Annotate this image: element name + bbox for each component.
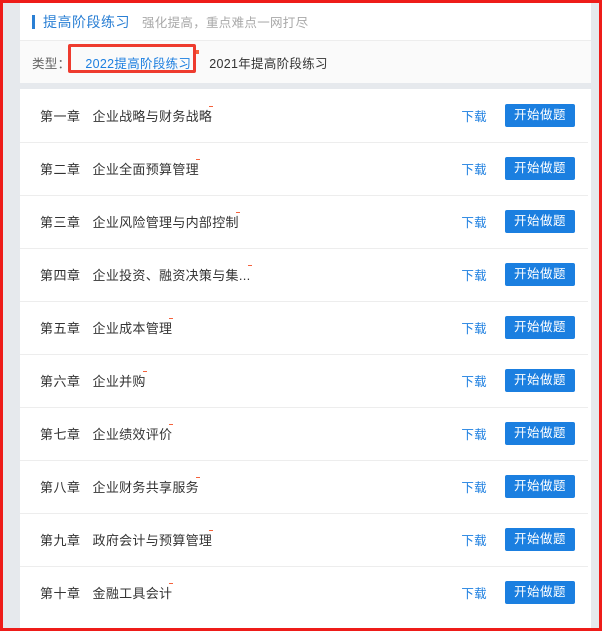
chapter-number: 第八章	[40, 480, 81, 495]
download-link[interactable]: 下载	[461, 583, 487, 602]
tab-2021-practice[interactable]: 2021年提高阶段练习	[200, 49, 337, 76]
table-row[interactable]: 第八章 企业财务共享服务 下载 开始做题	[20, 460, 591, 513]
type-filter-label: 类型：	[32, 56, 71, 71]
start-practice-button[interactable]: 开始做题	[504, 421, 575, 446]
chapter-name: 企业投资、融资决策与集...	[93, 265, 259, 284]
start-practice-button[interactable]: 开始做题	[504, 315, 575, 340]
chapter-name: 企业成本管理	[93, 318, 181, 337]
chapter-name: 企业绩效评价	[93, 424, 181, 443]
chapter-number: 第五章	[40, 321, 81, 336]
chapter-number: 第三章	[40, 215, 81, 230]
table-row[interactable]: 第四章 企业投资、融资决策与集... 下载 开始做题	[20, 248, 591, 301]
chapter-title: 第二章 企业全面预算管理	[40, 159, 461, 178]
chapter-name-text: 企业成本管理	[92, 321, 173, 336]
chapter-name-text: 企业并购	[92, 374, 146, 389]
chapter-list: 第一章 企业战略与财务战略 下载 开始做题 第二章 企业全面预算管理 下载 开始…	[20, 89, 591, 627]
tab-2022-practice[interactable]: 2022提高阶段练习	[76, 49, 200, 76]
download-link[interactable]: 下载	[461, 265, 487, 284]
chapter-name-text: 企业全面预算管理	[92, 162, 199, 177]
type-filter-bar: 类型： 2022提高阶段练习 2021年提高阶段练习	[20, 41, 591, 83]
table-row[interactable]: 第五章 企业成本管理 下载 开始做题	[20, 301, 591, 354]
new-badge-dot-icon	[169, 424, 174, 425]
table-row[interactable]: 第七章 企业绩效评价 下载 开始做题	[20, 407, 591, 460]
start-practice-button[interactable]: 开始做题	[504, 103, 575, 128]
chapter-name: 政府会计与预算管理	[93, 530, 221, 549]
chapter-title: 第八章 企业财务共享服务	[40, 477, 461, 496]
chapter-number: 第九章	[40, 533, 81, 548]
chapter-title: 第六章 企业并购	[40, 371, 461, 390]
chapter-name-text: 政府会计与预算管理	[92, 533, 213, 548]
chapter-name-text: 金融工具会计	[92, 586, 173, 601]
new-badge-dot-icon	[195, 159, 200, 160]
new-badge-dot-icon	[247, 265, 252, 266]
table-row[interactable]: 第十章 金融工具会计 下载 开始做题	[20, 566, 591, 619]
section-header: 提高阶段练习 强化提高，重点难点一网打尽	[20, 3, 591, 41]
chapter-name-text: 企业风险管理与内部控制	[92, 215, 239, 230]
chapter-number: 第十章	[40, 586, 81, 601]
chapter-name: 企业财务共享服务	[93, 477, 207, 496]
chapter-number: 第六章	[40, 374, 81, 389]
table-row[interactable]: 第一章 企业战略与财务战略 下载 开始做题	[20, 89, 591, 142]
chapter-number: 第七章	[40, 427, 81, 442]
download-link[interactable]: 下载	[461, 371, 487, 390]
start-practice-button[interactable]: 开始做题	[504, 474, 575, 499]
table-row[interactable]: 第九章 政府会计与预算管理 下载 开始做题	[20, 513, 591, 566]
download-link[interactable]: 下载	[461, 159, 487, 178]
chapter-number: 第一章	[40, 109, 81, 124]
start-practice-button[interactable]: 开始做题	[504, 262, 575, 287]
chapter-name-text: 企业战略与财务战略	[92, 109, 213, 124]
chapter-title: 第三章 企业风险管理与内部控制	[40, 212, 461, 231]
chapter-number: 第二章	[40, 162, 81, 177]
new-badge-dot-icon	[142, 371, 147, 372]
start-practice-button[interactable]: 开始做题	[504, 156, 575, 181]
page-title: 提高阶段练习	[43, 13, 130, 30]
tab-label: 2021年提高阶段练习	[209, 56, 328, 71]
table-row[interactable]: 第六章 企业并购 下载 开始做题	[20, 354, 591, 407]
content-page: 提高阶段练习 强化提高，重点难点一网打尽 类型： 2022提高阶段练习 2021…	[20, 3, 591, 628]
download-link[interactable]: 下载	[461, 106, 487, 125]
page-subtitle: 强化提高，重点难点一网打尽	[142, 16, 309, 30]
new-badge-dot-icon	[209, 530, 214, 531]
tab-label: 2022提高阶段练习	[85, 56, 192, 71]
table-row[interactable]: 第三章 企业风险管理与内部控制 下载 开始做题	[20, 195, 591, 248]
download-link[interactable]: 下载	[461, 530, 487, 549]
chapter-name-text: 企业绩效评价	[92, 427, 173, 442]
download-link[interactable]: 下载	[461, 477, 487, 496]
new-badge-dot-icon	[235, 212, 240, 213]
screenshot-root: 提高阶段练习 强化提高，重点难点一网打尽 类型： 2022提高阶段练习 2021…	[0, 0, 602, 631]
chapter-name-text: 企业投资、融资决策与集...	[92, 268, 251, 283]
chapter-title: 第十章 金融工具会计	[40, 583, 461, 602]
download-link[interactable]: 下载	[461, 424, 487, 443]
new-badge-dot-icon	[169, 318, 174, 319]
chapter-title: 第一章 企业战略与财务战略	[40, 106, 461, 125]
chapter-title: 第四章 企业投资、融资决策与集...	[40, 265, 461, 284]
chapter-name: 企业风险管理与内部控制	[93, 212, 247, 231]
start-practice-button[interactable]: 开始做题	[504, 580, 575, 605]
chapter-title: 第九章 政府会计与预算管理	[40, 530, 461, 549]
new-badge-dot-icon	[195, 49, 200, 54]
new-badge-dot-icon	[195, 477, 200, 478]
download-link[interactable]: 下载	[461, 318, 487, 337]
header-accent-bar-icon	[32, 14, 35, 29]
new-badge-dot-icon	[169, 583, 174, 584]
start-practice-button[interactable]: 开始做题	[504, 368, 575, 393]
chapter-title: 第七章 企业绩效评价	[40, 424, 461, 443]
chapter-name: 企业并购	[93, 371, 154, 390]
new-badge-dot-icon	[209, 106, 214, 107]
chapter-name: 企业战略与财务战略	[93, 106, 221, 125]
chapter-name: 企业全面预算管理	[93, 159, 207, 178]
chapter-name: 金融工具会计	[93, 583, 181, 602]
start-practice-button[interactable]: 开始做题	[504, 209, 575, 234]
chapter-number: 第四章	[40, 268, 81, 283]
chapter-name-text: 企业财务共享服务	[92, 480, 199, 495]
start-practice-button[interactable]: 开始做题	[504, 527, 575, 552]
download-link[interactable]: 下载	[461, 212, 487, 231]
table-row[interactable]: 第二章 企业全面预算管理 下载 开始做题	[20, 142, 591, 195]
chapter-title: 第五章 企业成本管理	[40, 318, 461, 337]
